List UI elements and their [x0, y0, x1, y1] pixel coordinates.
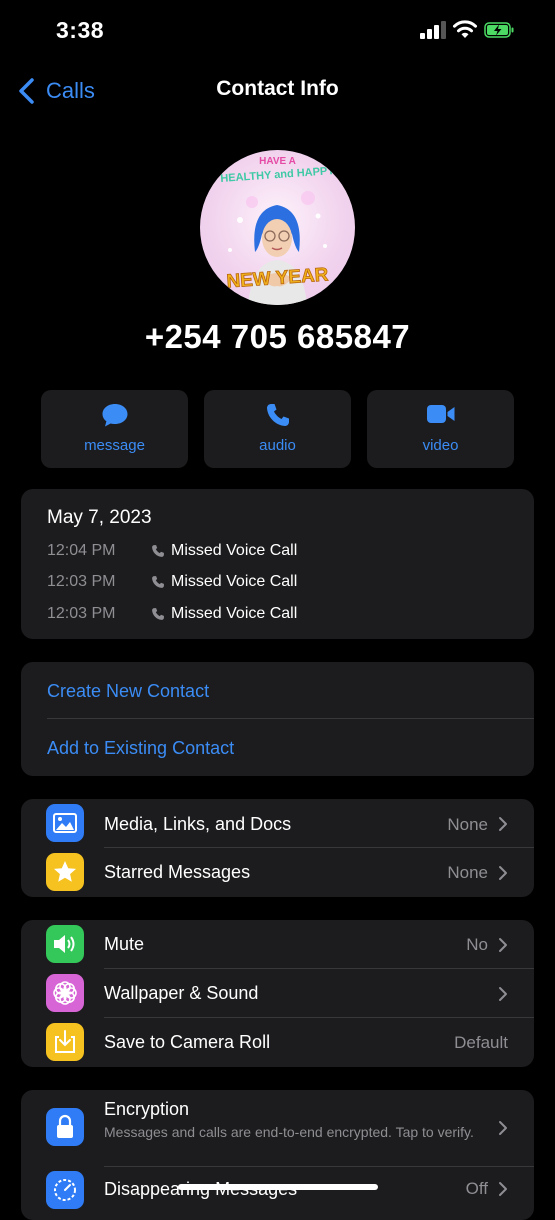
- battery-charging-icon: [484, 22, 514, 38]
- chevron-right-icon: [499, 1182, 507, 1196]
- contact-phone-number: +254 705 685847: [144, 318, 411, 355]
- row-value: None: [447, 815, 488, 834]
- call-description: Missed Voice Call: [171, 605, 298, 622]
- row-title: Media, Links, and Docs: [104, 814, 292, 834]
- encryption-row[interactable]: Encryption Messages and calls are end-to…: [21, 1090, 534, 1166]
- quick-actions: message audio video: [41, 390, 514, 468]
- avatar-text: HAVE A HEALTHY and HAPPY NEW YEAR: [219, 156, 336, 293]
- status-bar: 3:38: [0, 0, 555, 60]
- row-title: Wallpaper & Sound: [104, 983, 259, 1003]
- starred-messages-row[interactable]: Starred Messages None: [21, 848, 534, 897]
- chevron-right-icon: [499, 1121, 507, 1135]
- message-bubble-icon: [102, 404, 127, 427]
- flower-icon: [46, 974, 84, 1012]
- speaker-icon: [46, 925, 84, 963]
- row-subtitle: Messages and calls are end-to-end encryp…: [104, 1124, 474, 1140]
- contact-actions-card: Create New Contact Add to Existing Conta…: [21, 662, 534, 776]
- video-label: video: [422, 437, 459, 454]
- row-value: None: [447, 863, 488, 882]
- row-title: Mute: [104, 934, 145, 954]
- call-date: May 7, 2023: [47, 507, 152, 528]
- call-description: Missed Voice Call: [171, 573, 298, 590]
- wifi-icon: [453, 20, 477, 38]
- chevron-right-icon: [499, 987, 507, 1001]
- wallpaper-sound-row[interactable]: Wallpaper & Sound: [21, 969, 534, 1018]
- message-button[interactable]: message: [41, 390, 188, 468]
- call-time: 12:03 PM: [47, 605, 116, 622]
- divider: [47, 718, 534, 719]
- phone-icon: [152, 545, 164, 557]
- media-section-card: Media, Links, and Docs None Starred Mess…: [21, 799, 534, 897]
- avatar[interactable]: HAVE A HEALTHY and HAPPY NEW YEAR: [200, 150, 355, 305]
- create-new-contact-button[interactable]: Create New Contact: [47, 681, 209, 702]
- home-indicator[interactable]: [178, 1184, 378, 1190]
- video-call-button[interactable]: video: [367, 390, 514, 468]
- audio-label: audio: [259, 437, 296, 454]
- row-value: Off: [465, 1179, 488, 1198]
- lock-icon: [46, 1108, 84, 1146]
- timer-icon: [46, 1171, 84, 1209]
- star-icon: [46, 853, 84, 891]
- chevron-right-icon: [499, 938, 507, 952]
- call-time: 12:04 PM: [47, 542, 116, 559]
- media-links-docs-row[interactable]: Media, Links, and Docs None: [21, 799, 534, 848]
- phone-icon: [266, 404, 289, 426]
- photo-icon: [46, 804, 84, 842]
- call-time: 12:03 PM: [47, 573, 116, 590]
- mute-row[interactable]: Mute No: [21, 920, 534, 969]
- add-to-existing-contact-button[interactable]: Add to Existing Contact: [47, 738, 234, 759]
- message-label: message: [84, 437, 145, 454]
- row-title: Encryption: [104, 1099, 190, 1119]
- status-time: 3:38: [56, 17, 105, 43]
- audio-call-button[interactable]: audio: [204, 390, 351, 468]
- disappearing-messages-row[interactable]: Disappearing Messages Off: [21, 1167, 534, 1216]
- cellular-signal-icon: [420, 21, 448, 39]
- row-value: No: [466, 935, 488, 954]
- phone-icon: [152, 608, 164, 620]
- phone-icon: [152, 576, 164, 588]
- call-description: Missed Voice Call: [171, 542, 298, 559]
- privacy-section-card: Encryption Messages and calls are end-to…: [21, 1090, 534, 1220]
- chevron-right-icon: [499, 866, 507, 880]
- page-title: Contact Info: [216, 77, 339, 100]
- save-to-camera-roll-row[interactable]: Save to Camera Roll Default: [21, 1018, 534, 1067]
- chevron-right-icon: [499, 817, 507, 831]
- settings-section-card: Mute No Wallpaper & Sound Save to Camera…: [21, 920, 534, 1067]
- download-icon: [46, 1023, 84, 1061]
- row-title: Save to Camera Roll: [104, 1032, 271, 1052]
- row-title: Starred Messages: [104, 862, 251, 882]
- row-value: Default: [454, 1033, 508, 1052]
- video-camera-icon: [426, 405, 454, 423]
- call-history-card: May 7, 2023 12:04 PM Missed Voice Call 1…: [21, 489, 534, 639]
